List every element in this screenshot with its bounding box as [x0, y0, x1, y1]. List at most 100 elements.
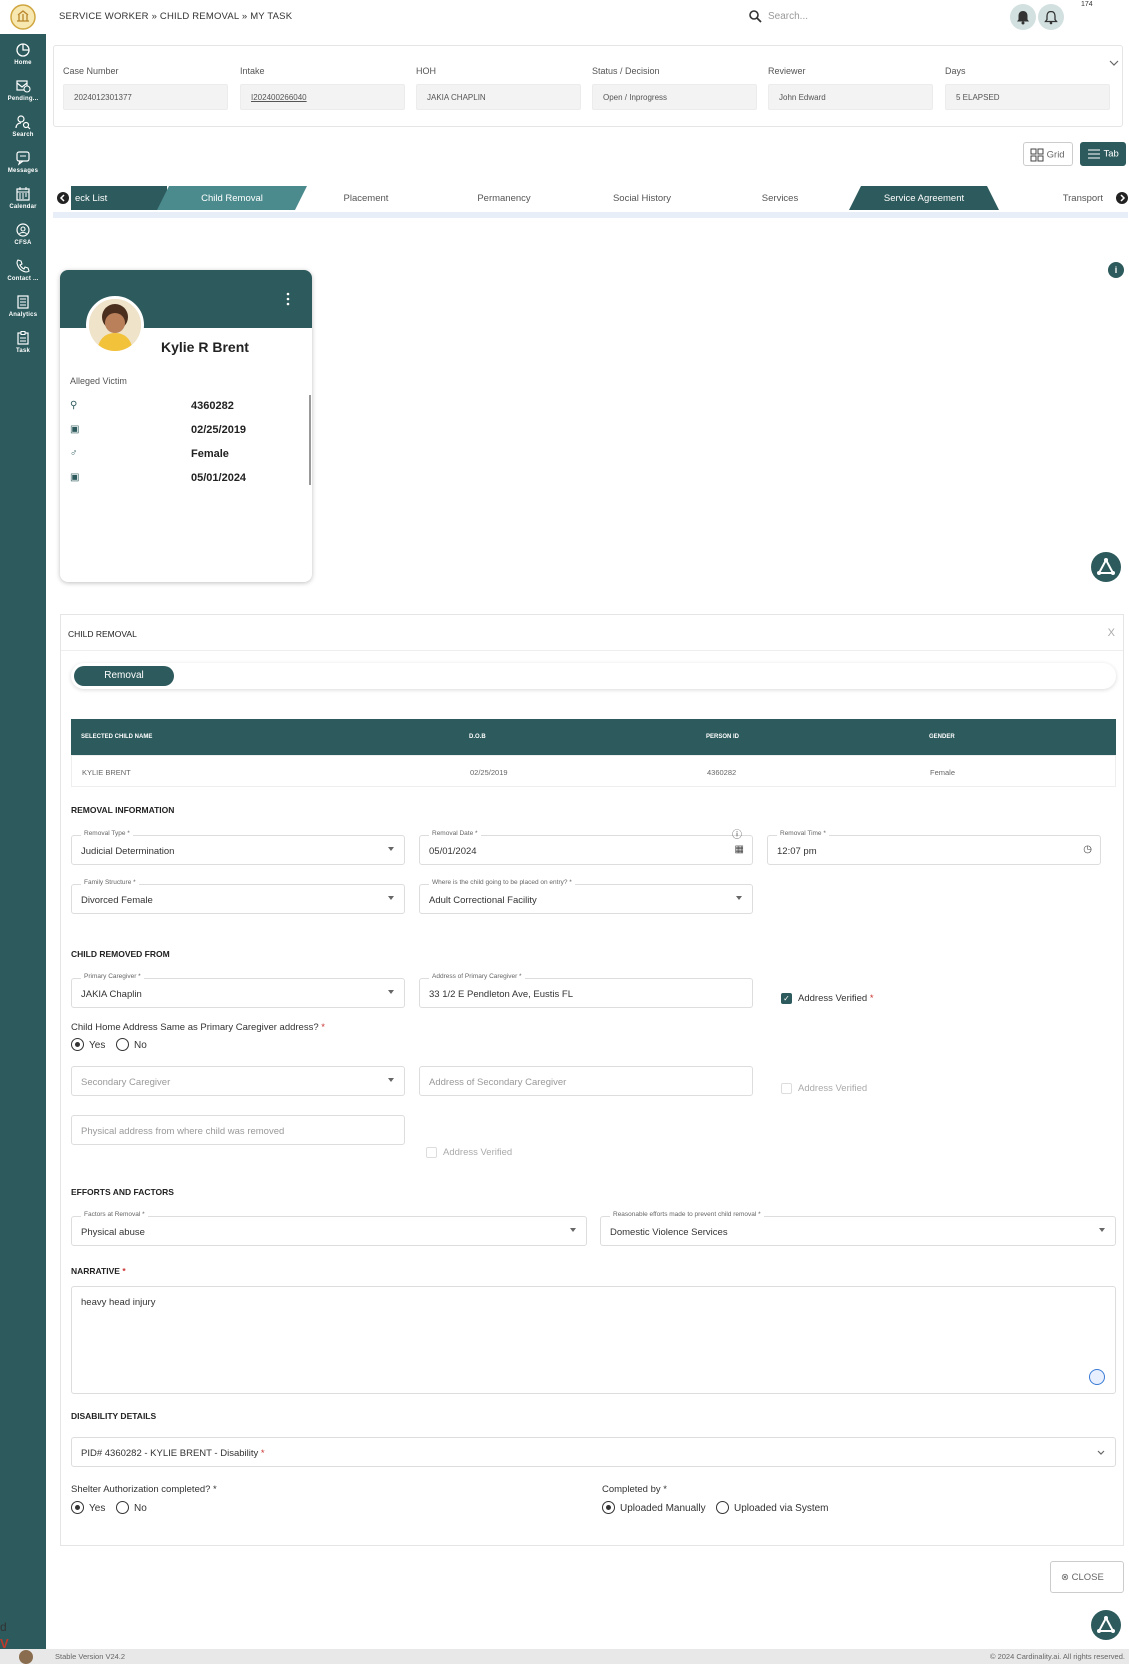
same-address-yes-radio[interactable]	[71, 1038, 84, 1051]
dropdown-arrow-icon	[736, 896, 742, 900]
notification-count-badge: 174	[1081, 1, 1093, 8]
disability-heading: DISABILITY DETAILS	[71, 1411, 157, 1421]
info-icon[interactable]: i	[1108, 262, 1124, 278]
calendar-icon	[16, 187, 30, 201]
calendar-check-icon: ▣	[70, 472, 80, 483]
status-field: Status / Decision Open / Inprogress	[592, 66, 757, 110]
same-address-no-radio[interactable]	[116, 1038, 129, 1051]
panel-title: CHILD REMOVAL	[68, 629, 137, 639]
tab-services[interactable]: Services	[711, 186, 849, 210]
primary-caregiver-select[interactable]: Primary Caregiver * JAKIA Chaplin	[71, 973, 405, 1008]
dropdown-arrow-icon	[570, 1228, 576, 1232]
panel-header: CHILD REMOVAL X	[61, 615, 1123, 651]
table-row[interactable]: KYLIE BRENT 02/25/2019 4360282 Female	[71, 755, 1116, 787]
sub-tabs: Removal	[71, 663, 1116, 689]
tab-removal[interactable]: Removal	[74, 666, 174, 686]
efforts-heading: EFFORTS AND FACTORS	[71, 1187, 174, 1197]
uploaded-system-radio[interactable]	[716, 1501, 729, 1514]
close-icon[interactable]: X	[1108, 627, 1115, 639]
close-button[interactable]: ⊗ CLOSE	[1050, 1561, 1124, 1593]
disability-summary: PID# 4360282 - KYLIE BRENT - Disability …	[81, 1448, 265, 1459]
secondary-caregiver-select[interactable]: Secondary Caregiver	[71, 1066, 405, 1096]
chevron-down-icon	[1097, 1450, 1105, 1455]
tab-transport[interactable]: Transport	[999, 186, 1109, 210]
search-placeholder: Search...	[768, 11, 809, 22]
pending-icon	[16, 80, 31, 93]
uploaded-manually-radio[interactable]	[602, 1501, 615, 1514]
tab-checklist[interactable]: eck List	[71, 186, 167, 210]
tab-permanency[interactable]: Permanency	[435, 186, 573, 210]
info-circle-icon[interactable]: ⓘ	[732, 826, 742, 841]
reasonable-efforts-select[interactable]: Reasonable efforts made to prevent child…	[600, 1211, 1116, 1246]
factors-select[interactable]: Factors at Removal * Physical abuse	[71, 1211, 587, 1246]
placement-select[interactable]: Where is the child going to be placed on…	[419, 879, 753, 914]
user-avatar[interactable]	[19, 1650, 33, 1664]
search-icon	[749, 10, 762, 23]
calendar-icon[interactable]: ▦	[735, 844, 744, 855]
person-name: Kylie R Brent	[161, 339, 249, 355]
list-icon	[1088, 149, 1100, 159]
disability-accordion[interactable]: PID# 4360282 - KYLIE BRENT - Disability …	[71, 1437, 1116, 1467]
shelter-no-radio[interactable]	[116, 1501, 129, 1514]
app-logo[interactable]	[10, 4, 36, 30]
stray-text: d	[0, 1620, 7, 1634]
more-vertical-icon[interactable]	[285, 292, 291, 306]
app-root: SERVICE WORKER » CHILD REMOVAL » MY TASK…	[0, 0, 1129, 1664]
same-address-question: Child Home Address Same as Primary Careg…	[71, 1022, 325, 1033]
assistant-button[interactable]	[1091, 1610, 1121, 1640]
grid-view-button[interactable]: Grid	[1023, 142, 1073, 166]
removal-info-heading: REMOVAL INFORMATION	[71, 805, 175, 815]
tab-placement[interactable]: Placement	[297, 186, 435, 210]
seal-logo-icon	[10, 4, 36, 30]
physical-address-field[interactable]: Physical address from where child was re…	[71, 1115, 405, 1145]
tab-view-button[interactable]: Tab	[1080, 142, 1126, 166]
person-role: Alleged Victim	[70, 376, 127, 386]
address-verified-checkbox[interactable]: ✓	[781, 993, 792, 1004]
removed-from-heading: CHILD REMOVED FROM	[71, 949, 170, 959]
shelter-yes-radio[interactable]	[71, 1501, 84, 1514]
bell-icon	[1017, 11, 1029, 25]
copyright-text: © 2024 Cardinality.ai. All rights reserv…	[989, 1652, 1125, 1661]
case-number-field: Case Number 2024012301377	[63, 66, 228, 110]
cfsa-icon	[16, 223, 30, 237]
family-structure-select[interactable]: Family Structure * Divorced Female	[71, 879, 405, 914]
dropdown-arrow-icon	[1099, 1228, 1105, 1232]
search-box[interactable]: Search...	[746, 8, 886, 26]
dropdown-arrow-icon	[388, 896, 394, 900]
removal-type-select[interactable]: Removal Type * Judicial Determination	[71, 830, 405, 865]
sidebar-item-label: Contact ...	[7, 276, 39, 282]
microphone-icon[interactable]	[1089, 1369, 1105, 1385]
shelter-question: Shelter Authorization completed? *	[71, 1484, 217, 1495]
sidebar-item-task[interactable]: Task	[0, 326, 46, 370]
home-pie-icon	[16, 43, 30, 57]
physical-address-verified-checkbox[interactable]	[426, 1147, 437, 1158]
notifications-button[interactable]	[1010, 4, 1036, 30]
narrative-textarea[interactable]: heavy head injury	[71, 1286, 1116, 1394]
person-card: Kylie R Brent Alleged Victim ⚲ 4360282 ▣…	[60, 270, 312, 582]
alerts-button[interactable]	[1038, 4, 1064, 30]
sidebar-item-label: Analytics	[8, 312, 38, 318]
secondary-address-field[interactable]: Address of Secondary Caregiver	[419, 1066, 753, 1096]
tab-child-removal[interactable]: Child Removal	[157, 186, 307, 210]
address-verified-label: Address Verified *	[798, 993, 874, 1004]
secondary-address-verified-label: Address Verified	[798, 1083, 868, 1094]
tab-social-history[interactable]: Social History	[573, 186, 711, 210]
close-circle-icon: ⊗	[1061, 1572, 1069, 1583]
assistant-button[interactable]	[1091, 552, 1121, 582]
top-bar: SERVICE WORKER » CHILD REMOVAL » MY TASK…	[46, 0, 1129, 34]
intake-link[interactable]: I202400266040	[240, 84, 405, 110]
chevron-down-icon[interactable]	[1109, 59, 1119, 67]
physical-address-verified-label: Address Verified	[443, 1147, 513, 1158]
days-field: Days 5 ELAPSED	[945, 66, 1110, 110]
sidebar-item-label: Search	[12, 132, 34, 138]
sidebar-item-label: CFSA	[14, 240, 32, 246]
tab-service-agreement[interactable]: Service Agreement	[849, 186, 999, 210]
network-icon	[1097, 557, 1115, 575]
secondary-address-verified-checkbox[interactable]	[781, 1083, 792, 1094]
card-scrollbar[interactable]	[309, 395, 311, 485]
removal-date-field[interactable]: Removal Date * 05/01/2024 ▦ ⓘ	[419, 830, 753, 865]
task-icon	[17, 331, 29, 345]
removal-time-field[interactable]: Removal Time * 12:07 pm ◷	[767, 830, 1101, 865]
primary-address-field[interactable]: Address of Primary Caregiver * 33 1/2 E …	[419, 973, 753, 1008]
clock-icon[interactable]: ◷	[1083, 844, 1092, 855]
